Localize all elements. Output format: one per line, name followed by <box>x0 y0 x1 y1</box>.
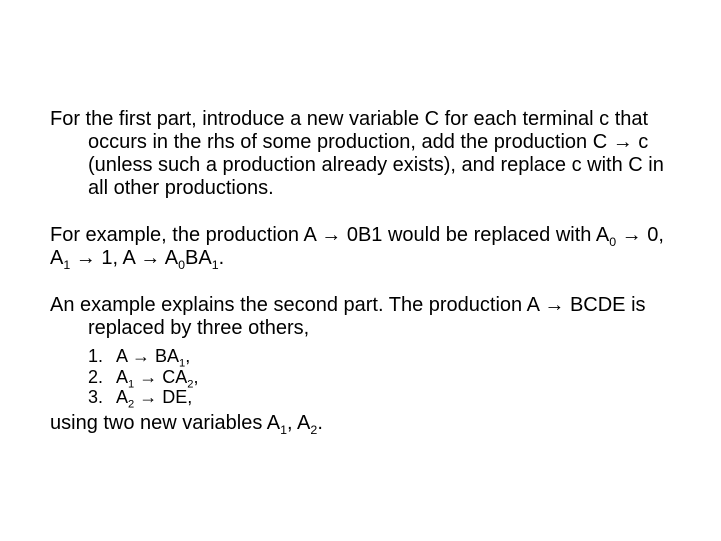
paragraph-3-block: An example explains the second part. The… <box>50 294 671 435</box>
subscript: 0 <box>178 258 185 272</box>
production-list: 1. A → BA1, 2. A1 → CA2, 3. A2 → DE, <box>50 346 671 408</box>
list-body: A1 → CA2, <box>116 367 198 388</box>
text: A <box>116 367 128 387</box>
subscript: 1 <box>212 258 219 272</box>
list-number: 2. <box>88 367 116 388</box>
text: → CA <box>134 367 187 387</box>
list-item: 3. A2 → DE, <box>88 387 671 408</box>
list-item: 1. A → BA1, <box>88 346 671 367</box>
list-body: A → BA1, <box>116 346 190 367</box>
text: → 1, A → A <box>70 247 178 269</box>
subscript: 1 <box>280 423 287 437</box>
text: . <box>317 412 323 434</box>
list-number: 1. <box>88 346 116 367</box>
list-number: 3. <box>88 387 116 408</box>
text: , <box>185 346 190 366</box>
text: A <box>116 387 128 407</box>
paragraph-2: For example, the production A → 0B1 woul… <box>50 224 671 270</box>
text: using two new variables A <box>50 412 280 434</box>
paragraph-4: using two new variables A1, A2. <box>50 412 671 435</box>
list-item: 2. A1 → CA2, <box>88 367 671 388</box>
list-body: A2 → DE, <box>116 387 192 408</box>
text: → DE, <box>134 387 192 407</box>
text: . <box>219 247 225 269</box>
text: , <box>193 367 198 387</box>
text: A → BA <box>116 346 179 366</box>
text: BA <box>185 247 212 269</box>
slide-content: For the first part, introduce a new vari… <box>0 0 721 541</box>
text: For example, the production A → 0B1 woul… <box>50 224 609 246</box>
paragraph-1: For the first part, introduce a new vari… <box>50 108 671 200</box>
paragraph-3: An example explains the second part. The… <box>50 294 671 340</box>
text: , A <box>287 412 310 434</box>
